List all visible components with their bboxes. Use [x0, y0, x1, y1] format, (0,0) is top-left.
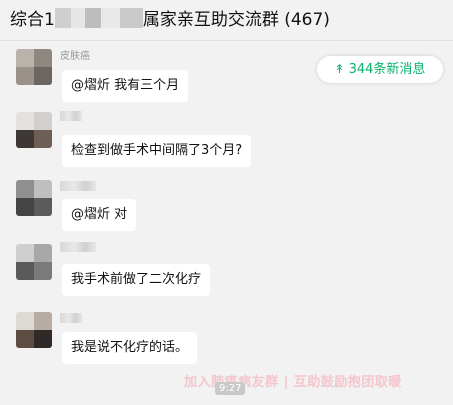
redacted-title-segment	[54, 8, 143, 28]
double-chevron-up-icon: ↟	[334, 62, 345, 76]
new-messages-button[interactable]: ↟ 344条新消息	[317, 56, 443, 83]
avatar[interactable]	[16, 312, 52, 348]
group-title-suffix: 属家亲互助交流群 (467)	[142, 10, 330, 30]
redacted-sender-name	[60, 313, 82, 323]
redacted-sender-name	[60, 111, 82, 121]
sender-name: 皮肤癌	[60, 51, 90, 62]
avatar[interactable]	[16, 49, 52, 85]
new-messages-label: 344条新消息	[348, 62, 426, 77]
avatar[interactable]	[16, 112, 52, 148]
message-bubble[interactable]: 我手术前做了二次化疗	[62, 264, 211, 296]
chat-header: 综合1 属家亲互助交流群 (467)	[0, 0, 453, 41]
avatar[interactable]	[16, 180, 52, 216]
group-title[interactable]: 综合1 属家亲互助交流群 (467)	[10, 5, 330, 30]
timestamp: 9:27	[215, 382, 246, 395]
redacted-sender-name	[60, 242, 96, 252]
message-bubble[interactable]: @熠炘 对	[62, 199, 137, 231]
avatar[interactable]	[16, 244, 52, 280]
message-bubble[interactable]: 检查到做手术中间隔了3个月?	[62, 135, 252, 167]
message-bubble[interactable]: 我是说不化疗的话。	[62, 332, 198, 364]
group-title-prefix: 综合1	[10, 10, 55, 30]
redacted-sender-name	[60, 181, 96, 191]
message-bubble[interactable]: @熠炘 我有三个月	[62, 70, 189, 102]
